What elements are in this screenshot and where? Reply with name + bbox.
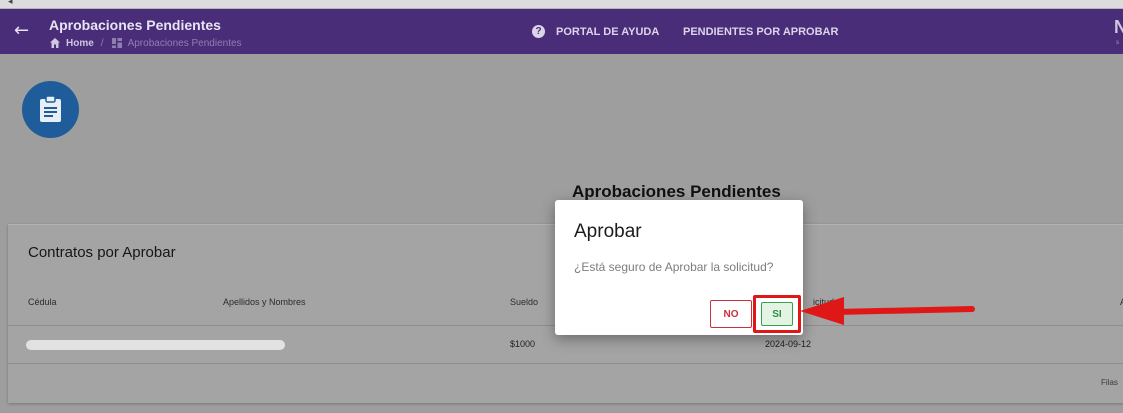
breadcrumb: Home / Aprobaciones Pendientes <box>49 36 242 50</box>
home-icon <box>50 38 60 48</box>
table-cell-sueldo: $1000 <box>510 339 536 349</box>
window-top-strip: ◂ <box>0 0 1123 9</box>
highlight-box: SI <box>753 295 801 333</box>
dialog-message: ¿Está seguro de Aprobar la solicitud? <box>574 260 774 274</box>
breadcrumb-separator: / <box>100 37 104 49</box>
brand-logo: N <box>1114 17 1123 37</box>
dialog-title: Aprobar <box>574 221 642 242</box>
table-divider <box>8 363 1123 364</box>
red-arrow-annotation-icon <box>800 297 975 325</box>
clipboard-fab[interactable] <box>22 81 79 138</box>
si-button[interactable]: SI <box>761 302 793 326</box>
nav-portal-ayuda-label: PORTAL DE AYUDA <box>556 25 660 38</box>
rows-per-page-label: Filas <box>1101 378 1118 387</box>
breadcrumb-home[interactable]: Home <box>66 38 94 49</box>
app-bar: ← Aprobaciones Pendientes Home / Aprobac… <box>0 9 1123 54</box>
column-header-apellidos[interactable]: Apellidos y Nombres <box>223 297 306 307</box>
page-heading: Aprobaciones Pendientes <box>572 182 781 201</box>
brand-tagline-fragment: s <box>1116 40 1119 46</box>
column-header-cedula[interactable]: Cédula <box>28 297 57 307</box>
table-cell-fecha: 2024-09-12 <box>765 339 812 349</box>
no-button[interactable]: NO <box>710 300 752 328</box>
arrow-left-icon[interactable]: ← <box>14 21 34 41</box>
clipboard-icon <box>40 96 61 122</box>
nav-portal-ayuda[interactable]: ? PORTAL DE AYUDA <box>532 9 659 54</box>
breadcrumb-current: Aprobaciones Pendientes <box>127 37 242 49</box>
dashboard-icon <box>111 38 122 48</box>
column-header-sueldo[interactable]: Sueldo <box>510 297 538 307</box>
redacted-cell <box>26 340 285 350</box>
help-circle-icon: ? <box>532 25 545 38</box>
nav-pendientes-label: PENDIENTES POR APROBAR <box>683 25 839 38</box>
collapse-arrow-icon[interactable]: ◂ <box>8 0 13 7</box>
card-title: Contratos por Aprobar <box>28 244 176 261</box>
nav-pendientes-por-aprobar[interactable]: PENDIENTES POR APROBAR <box>683 9 838 54</box>
page-title: Aprobaciones Pendientes <box>49 17 221 33</box>
